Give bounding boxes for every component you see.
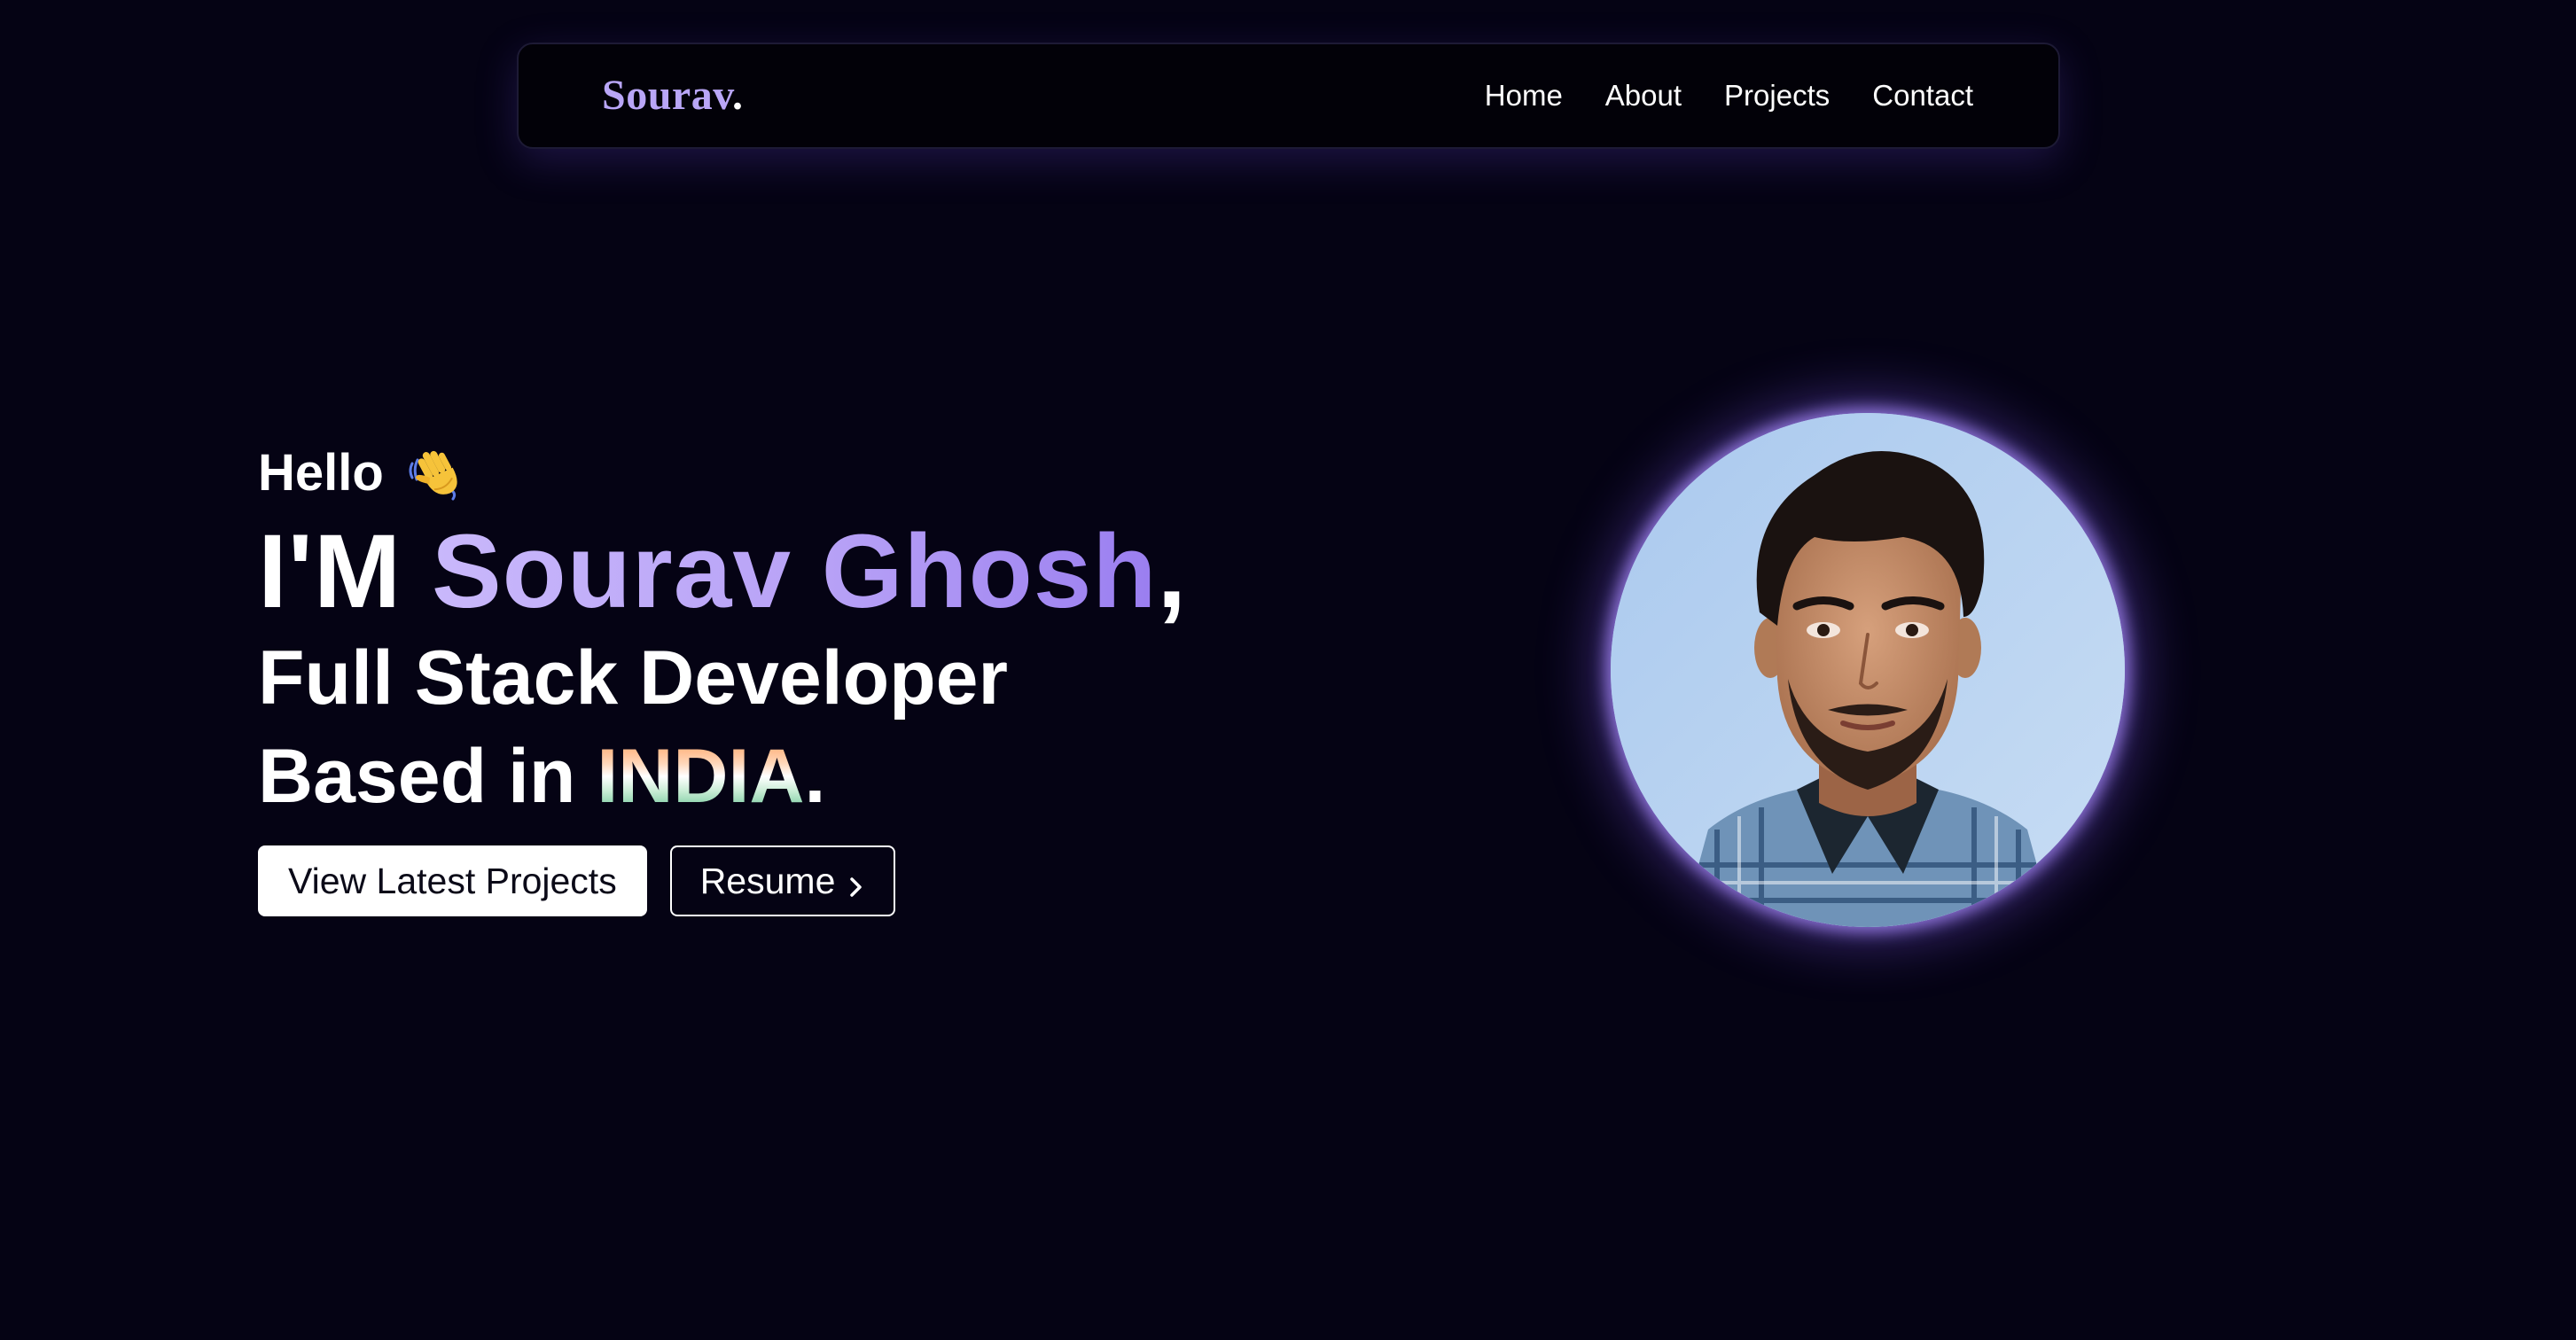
nav-link-home[interactable]: Home xyxy=(1485,79,1563,113)
resume-label: Resume xyxy=(699,860,836,901)
nav-links: Home About Projects Contact xyxy=(1485,44,1973,147)
profile-photo-illustration xyxy=(1611,413,2125,927)
hero-buttons: View Latest Projects Resume xyxy=(258,845,1322,916)
hero-headline: I'M Sourav Ghosh, xyxy=(258,516,1322,627)
view-latest-projects-label: View Latest Projects xyxy=(288,860,617,901)
view-latest-projects-button[interactable]: View Latest Projects xyxy=(258,845,647,916)
greeting: Hello xyxy=(258,436,1322,510)
hero-name: Sourav Ghosh xyxy=(431,513,1158,630)
headline-suffix: , xyxy=(1157,513,1188,630)
hero-location: Based in INDIA. xyxy=(258,727,1322,826)
headline-prefix: I'M xyxy=(258,513,432,630)
hero-role: Full Stack Developer xyxy=(258,635,1008,721)
nav-link-projects[interactable]: Projects xyxy=(1724,79,1830,113)
brand-logo[interactable]: Sourav. xyxy=(602,71,744,121)
waving-hand-icon xyxy=(407,444,462,502)
greeting-text: Hello xyxy=(258,444,384,502)
hero-section: Hello I'M Sourav Ghosh, Full Stack Devel… xyxy=(258,436,1322,916)
brand-name: Sourav xyxy=(602,72,733,119)
profile-photo xyxy=(1611,413,2125,927)
brand-dot: . xyxy=(732,72,744,119)
location-suffix: . xyxy=(804,734,826,819)
navbar: Sourav. Home About Projects Contact xyxy=(517,43,2060,149)
location-prefix: Based in xyxy=(258,734,597,819)
nav-link-contact[interactable]: Contact xyxy=(1872,79,1973,113)
chevron-right-icon xyxy=(847,868,865,897)
hero-country: INDIA xyxy=(597,734,805,819)
nav-link-about[interactable]: About xyxy=(1605,79,1682,113)
portfolio-page: Sourav. Home About Projects Contact Hell… xyxy=(0,0,2576,1340)
resume-button[interactable]: Resume xyxy=(669,845,896,916)
